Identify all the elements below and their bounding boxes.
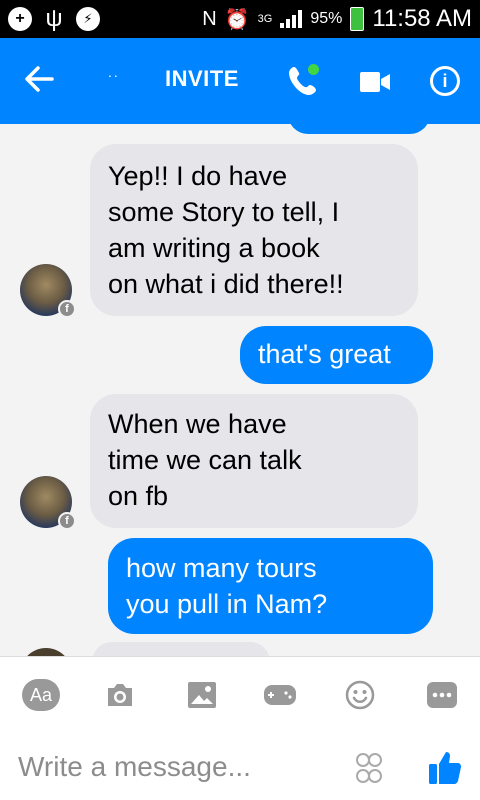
- messenger-icon: ⚡: [76, 7, 100, 31]
- video-icon[interactable]: [360, 72, 390, 92]
- sender-avatar-partial[interactable]: [20, 648, 72, 656]
- status-bar-left-icons: + ψ ⚡: [8, 5, 100, 33]
- stickers-icon[interactable]: [356, 751, 382, 785]
- battery-icon: [350, 7, 365, 31]
- status-bar-right: N ⏰ 3G 95% 11:58 AM: [202, 5, 472, 33]
- contact-name[interactable]: ..: [108, 64, 120, 80]
- usb-icon: ψ: [45, 5, 63, 32]
- message-line: some Story to tell, I: [108, 197, 340, 227]
- message-bubble-incoming[interactable]: Yep!! I do have some Story to tell, I am…: [90, 144, 418, 316]
- conversation-header: .. INVITE i: [0, 38, 480, 124]
- signal-icon: [280, 10, 303, 28]
- facebook-badge-icon: f: [58, 512, 76, 530]
- composer: Aa: [0, 656, 480, 800]
- sender-avatar[interactable]: f: [20, 264, 76, 318]
- camera-icon[interactable]: [102, 679, 138, 711]
- message-list[interactable]: Yep!! I do have some Story to tell, I am…: [0, 124, 480, 656]
- message-line: Yep!! I do have: [108, 161, 288, 191]
- status-bar: + ψ ⚡ N ⏰ 3G 95% 11:58 AM: [0, 0, 480, 38]
- gallery-icon[interactable]: [184, 679, 220, 711]
- message-line: on what i did there!!: [108, 269, 344, 299]
- more-icon[interactable]: [424, 679, 460, 711]
- message-bubble-incoming[interactable]: When we have time we can talk on fb: [90, 394, 418, 528]
- message-line: When we have: [108, 409, 287, 439]
- message-input[interactable]: [18, 745, 318, 789]
- message-bubble-incoming-partial[interactable]: [92, 642, 270, 656]
- message-line: that's great: [258, 339, 391, 369]
- like-icon[interactable]: [428, 749, 462, 785]
- message-bubble-outgoing[interactable]: that's great: [240, 326, 433, 384]
- invite-button[interactable]: INVITE: [165, 66, 239, 92]
- info-icon[interactable]: i: [430, 66, 460, 96]
- emoji-icon[interactable]: [342, 679, 378, 711]
- message-line: you pull in Nam?: [126, 589, 328, 619]
- battery-percent: 95%: [310, 10, 343, 27]
- message-line: time we can talk: [108, 445, 302, 475]
- games-icon[interactable]: [262, 679, 298, 711]
- back-arrow-icon[interactable]: [22, 62, 62, 102]
- message-bubble-outgoing-partial[interactable]: [288, 124, 430, 134]
- sender-avatar[interactable]: f: [20, 476, 76, 530]
- text-format-icon[interactable]: Aa: [22, 679, 60, 711]
- message-line: how many tours: [126, 553, 317, 583]
- clock: 11:58 AM: [372, 5, 472, 32]
- message-bubble-outgoing[interactable]: how many tours you pull in Nam?: [108, 538, 433, 634]
- nfc-icon: N: [202, 7, 217, 30]
- facebook-badge-icon: f: [58, 300, 76, 318]
- plus-icon: +: [8, 7, 32, 31]
- alarm-icon: ⏰: [224, 8, 250, 31]
- network-type: 3G: [257, 13, 273, 25]
- message-line: am writing a book: [108, 233, 320, 263]
- online-status-dot: [308, 64, 319, 75]
- message-line: on fb: [108, 481, 169, 511]
